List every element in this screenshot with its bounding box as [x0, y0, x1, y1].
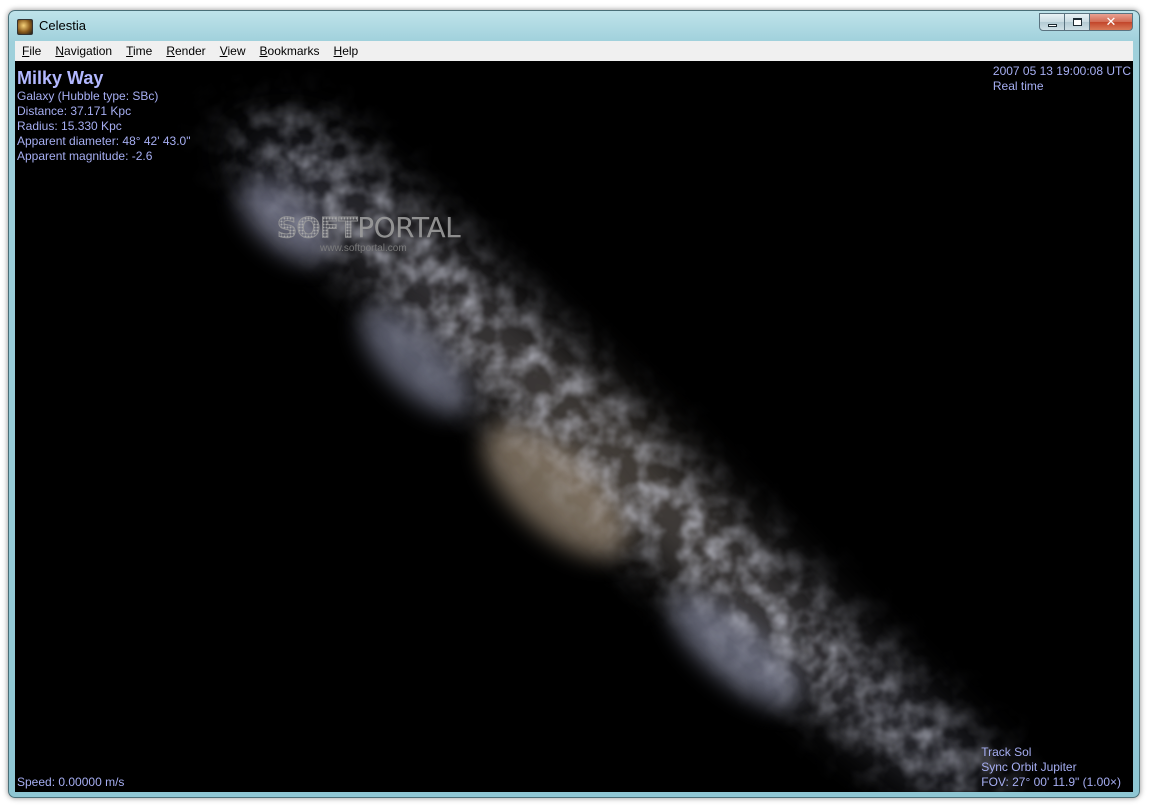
object-apparent-magnitude: Apparent magnitude: -2.6 [17, 149, 153, 163]
menu-time[interactable]: Time [119, 41, 159, 61]
minimize-icon [1047, 23, 1057, 27]
time-mode: Real time [992, 79, 1044, 93]
maximize-button[interactable] [1065, 13, 1090, 31]
object-info-panel: Milky Way Galaxy (Hubble type: SBc) Dist… [17, 67, 190, 164]
object-radius: Radius: 15.330 Kpc [17, 119, 122, 133]
speed-readout: Speed: 0.00000 m/s [17, 775, 125, 789]
close-button[interactable]: ✕ [1090, 13, 1133, 31]
softportal-logo: SOFTPORTAL [276, 211, 461, 244]
menu-view[interactable]: View [213, 41, 253, 61]
close-icon: ✕ [1105, 14, 1117, 29]
menu-navigation[interactable]: Navigation [48, 41, 119, 61]
menu-file[interactable]: File [15, 41, 48, 61]
app-window: Celestia ✕ File Navigation Time Render V… [8, 10, 1140, 798]
object-type: Galaxy (Hubble type: SBc) [17, 89, 159, 103]
menu-bar: File Navigation Time Render View Bookmar… [15, 41, 1133, 62]
render-viewport[interactable]: SOFTPORTAL www.softportal.com Milky Way … [15, 61, 1133, 792]
sync-status: Sync Orbit Jupiter [981, 760, 1077, 774]
minimize-button[interactable] [1039, 13, 1065, 31]
tracking-panel: Track Sol Sync Orbit Jupiter FOV: 27° 00… [981, 745, 1121, 790]
simulation-datetime: 2007 05 13 19:00:08 UTC [992, 64, 1131, 78]
milky-way-galaxy-image [15, 61, 1133, 792]
fov-readout: FOV: 27° 00' 11.9" (1.00×) [981, 775, 1121, 789]
object-apparent-diameter: Apparent diameter: 48° 42' 43.0" [17, 134, 191, 148]
object-distance: Distance: 37.171 Kpc [17, 104, 132, 118]
object-name: Milky Way [17, 68, 104, 88]
softportal-watermark: SOFTPORTAL www.softportal.com [276, 211, 461, 255]
track-status: Track Sol [981, 745, 1032, 759]
menu-render[interactable]: Render [159, 41, 212, 61]
menu-bookmarks[interactable]: Bookmarks [253, 41, 327, 61]
caption-buttons: ✕ [1039, 13, 1133, 31]
maximize-icon [1072, 18, 1082, 26]
time-info-panel: 2007 05 13 19:00:08 UTC Real time [993, 64, 1131, 94]
celestia-app-icon[interactable] [17, 19, 33, 35]
title-bar[interactable]: Celestia ✕ [9, 11, 1139, 41]
softportal-url: www.softportal.com [320, 243, 407, 254]
menu-help[interactable]: Help [327, 41, 366, 61]
window-title: Celestia [39, 18, 86, 33]
